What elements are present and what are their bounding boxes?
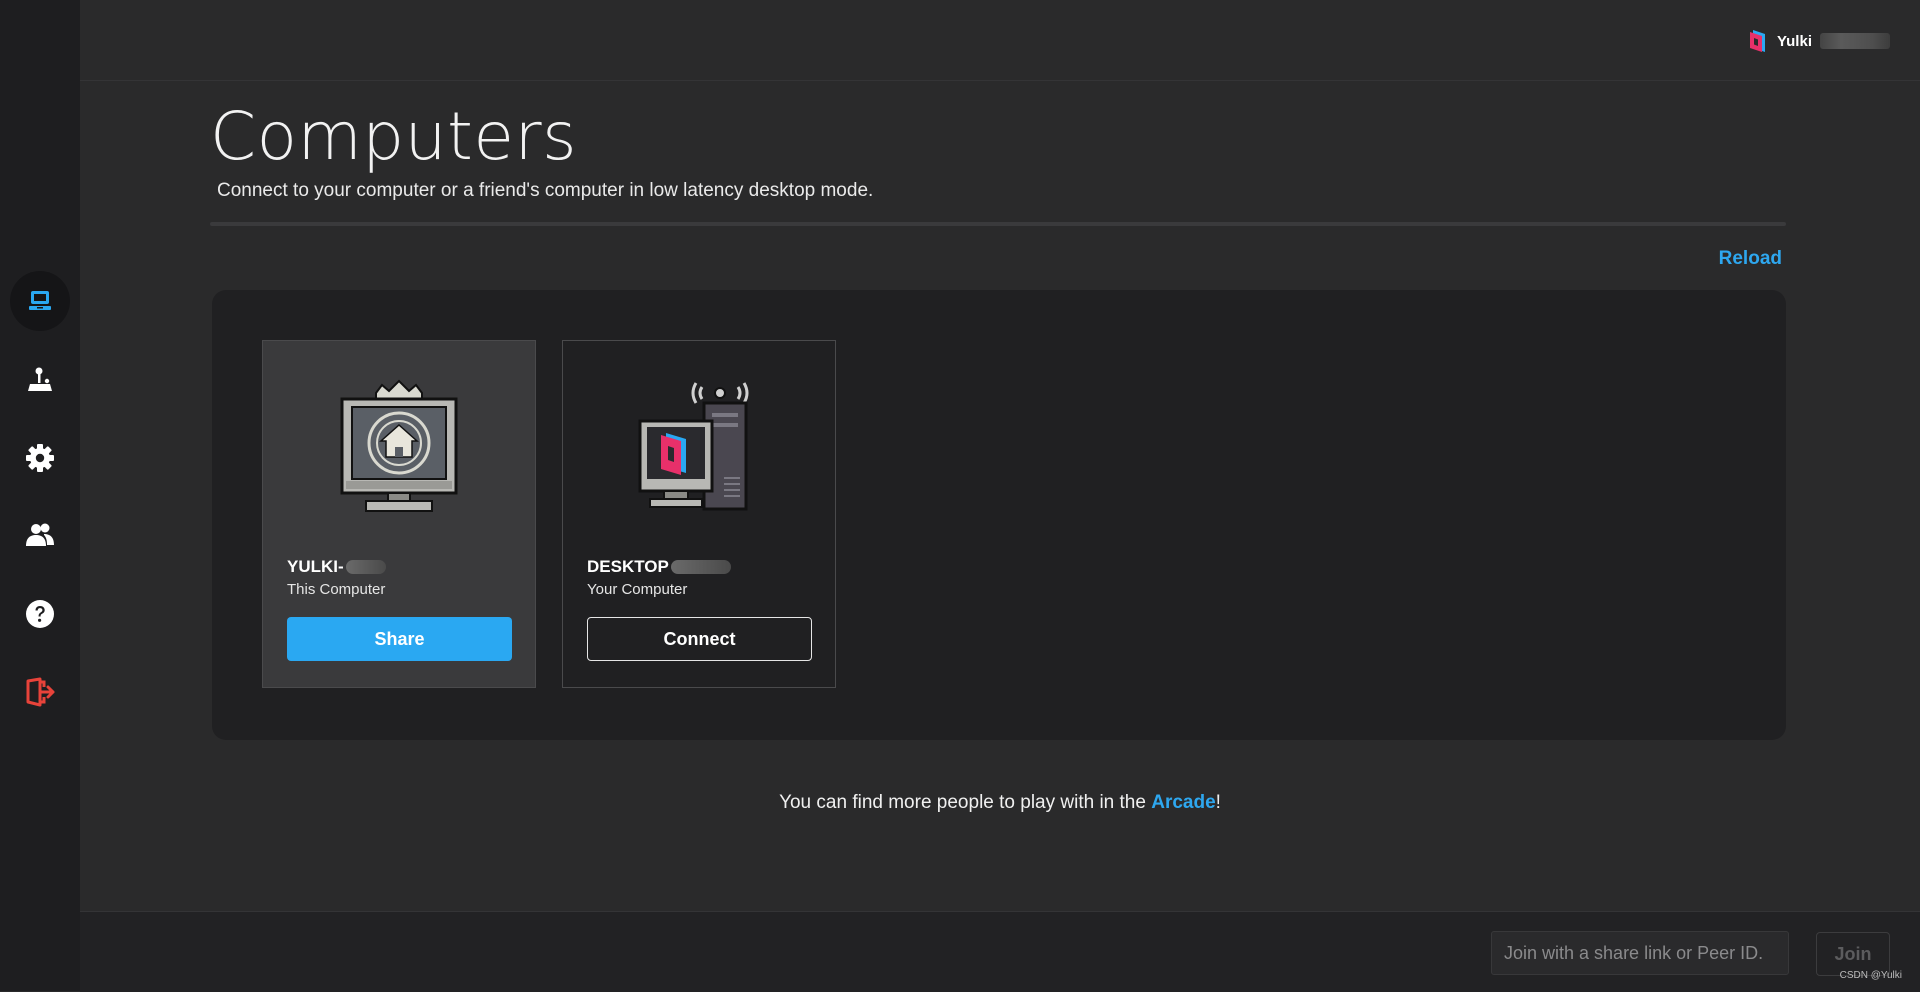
sidebar-item-arcade[interactable]: [10, 350, 70, 410]
joystick-icon: [28, 367, 52, 391]
arcade-link[interactable]: Arcade: [1151, 792, 1215, 813]
sidebar-item-help[interactable]: [10, 584, 70, 644]
home-monitor-icon: [340, 379, 458, 512]
gear-icon: [26, 444, 54, 472]
divider: [210, 222, 1786, 226]
sidebar-item-computers[interactable]: [10, 271, 70, 331]
app-logo-icon: [1749, 30, 1765, 52]
page-subtitle: Connect to your computer or a friend's c…: [217, 180, 874, 201]
page-title: Computers: [210, 98, 577, 175]
user-name: Yulki: [1776, 32, 1812, 50]
logout-icon: [26, 677, 55, 707]
computer-card: YULKI- This Computer Share: [262, 340, 536, 688]
computer-subtitle: This Computer: [287, 581, 386, 598]
desktop-pc-icon: [638, 382, 749, 511]
computer-name-redacted: [670, 560, 731, 574]
sidebar-item-friends[interactable]: [10, 505, 70, 565]
connect-button[interactable]: Connect: [587, 617, 812, 661]
sidebar-item-logout[interactable]: [10, 662, 70, 722]
share-button[interactable]: Share: [287, 617, 512, 661]
computer-icon: [29, 291, 51, 310]
user-menu[interactable]: Yulki: [1747, 28, 1890, 54]
top-bar: Yulki: [80, 0, 1920, 81]
join-input[interactable]: [1491, 931, 1789, 975]
computers-panel: YULKI- This Computer Share DESKTOP Your …: [212, 290, 1786, 740]
computer-name: YULKI-: [287, 557, 386, 577]
sidebar-item-settings[interactable]: [10, 428, 70, 488]
computer-subtitle: Your Computer: [587, 581, 688, 598]
computer-card: DESKTOP Your Computer Connect: [562, 340, 836, 688]
user-name-redacted: [1820, 33, 1890, 49]
users-icon: [26, 523, 54, 546]
watermark: CSDN @Yulki: [1839, 970, 1902, 981]
arcade-note: You can find more people to play with in…: [779, 792, 1221, 813]
computer-name: DESKTOP: [587, 557, 731, 577]
reload-button[interactable]: Reload: [1719, 248, 1782, 270]
help-icon: [26, 600, 54, 628]
sidebar: [0, 0, 80, 991]
computer-name-redacted: [345, 560, 386, 574]
